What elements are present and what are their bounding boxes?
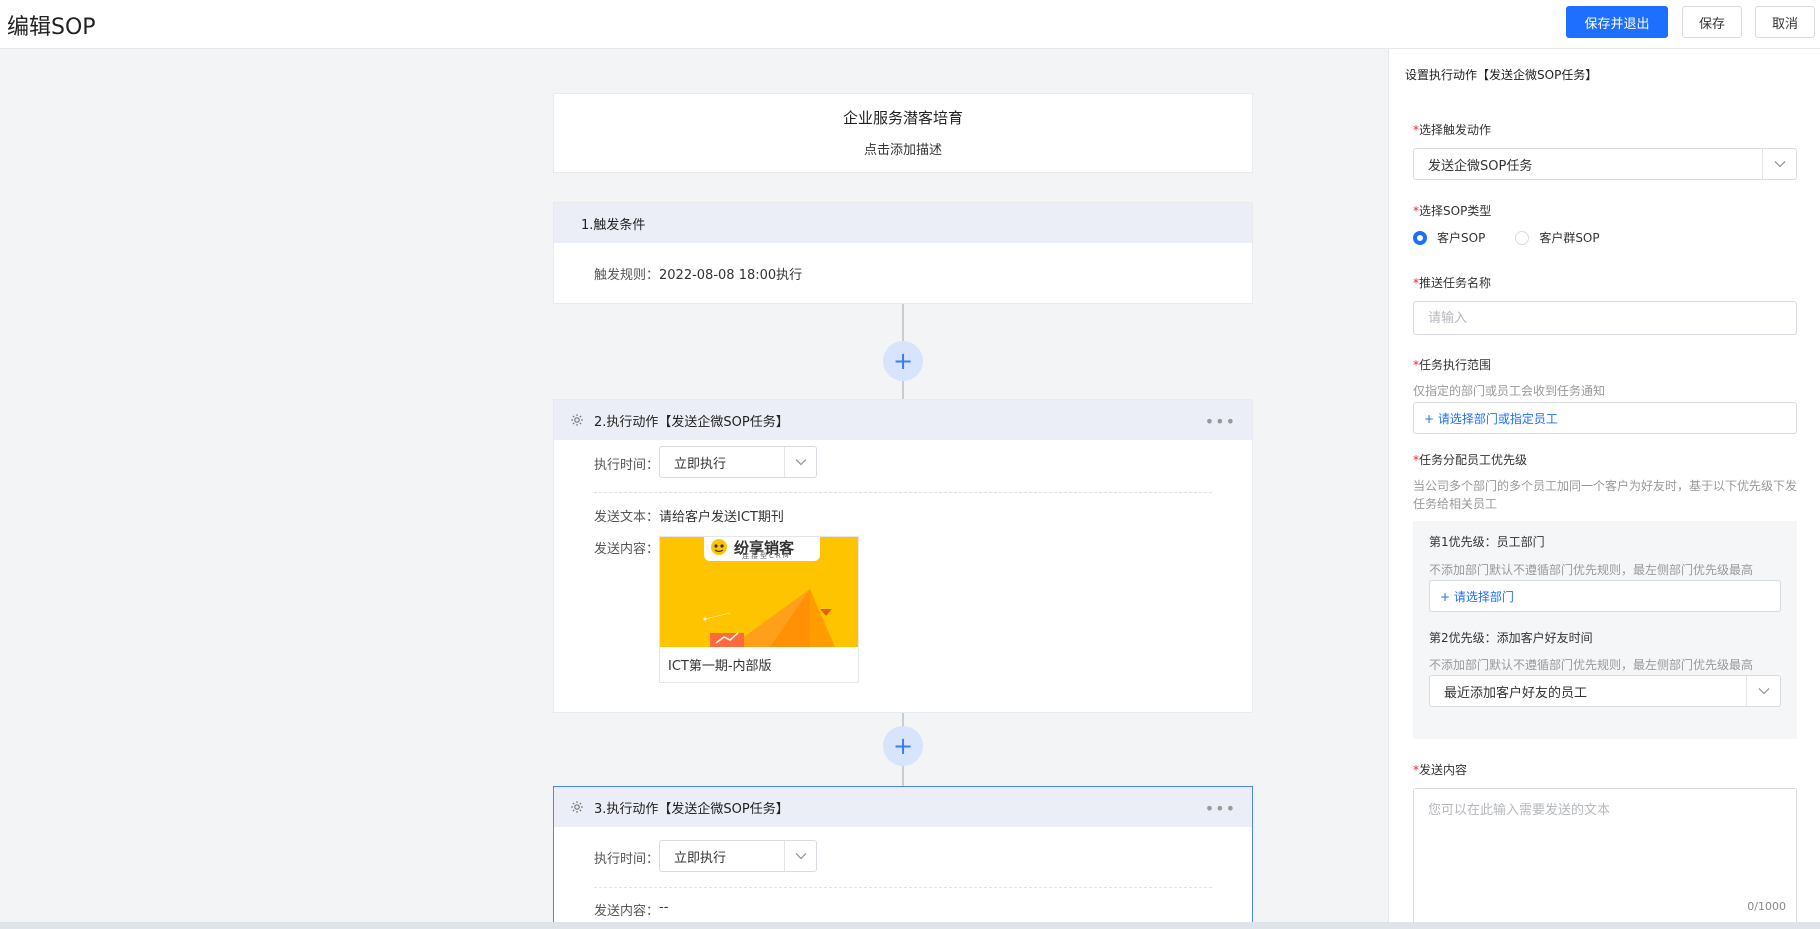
trigger-action-select[interactable]: 发送企微SOP任务 [1413, 148, 1797, 180]
priority-1-title: 第1优先级：员工部门 [1429, 535, 1545, 549]
send-text-label: 发送文本： [594, 510, 660, 525]
radio-group-sop[interactable]: 客户群SOP [1515, 229, 1600, 246]
exec-time-select[interactable]: 立即执行 [659, 446, 817, 478]
gear-icon [570, 413, 584, 427]
exec-time-value: 立即执行 [674, 456, 727, 472]
priority-2-select[interactable]: 最近添加客户好友的员工 [1429, 675, 1781, 707]
trigger-action-label-text: 选择触发动作 [1419, 123, 1492, 137]
action-node[interactable]: 2.执行动作【发送企微SOP任务】 ••• 执行时间： 立即执行 发送文本： 请… [553, 399, 1253, 713]
add-node-button[interactable]: + [883, 341, 923, 381]
radio-customer-sop[interactable]: 客户SOP [1413, 229, 1485, 246]
scope-label-text: 任务执行范围 [1419, 358, 1492, 372]
media-thumbnail: 纷享销客 连接型CRM [660, 537, 858, 647]
action-node-header: 2.执行动作【发送企微SOP任务】 ••• [554, 400, 1252, 440]
trigger-action-label: *选择触发动作 [1413, 121, 1491, 138]
chevron-down-icon [1746, 676, 1780, 706]
plus-icon: + [892, 347, 914, 375]
chevron-down-icon [784, 841, 816, 871]
priority-1-hint: 不添加部门默认不遵循部门优先规则，最左侧部门优先级最高 [1429, 563, 1754, 577]
sop-title[interactable]: 企业服务潜客培育 [554, 107, 1252, 128]
page-title: 编辑SOP [7, 15, 96, 40]
scope-hint: 仅指定的部门或员工会收到任务通知 [1413, 384, 1606, 398]
add-node-button[interactable]: + [883, 726, 923, 766]
trigger-node[interactable]: 1.触发条件 触发规则：2022-08-08 18:00执行 [553, 202, 1253, 304]
priority-2-value: 最近添加客户好友的员工 [1444, 685, 1588, 701]
divider [594, 492, 1212, 493]
priority-2-title: 第2优先级：添加客户好友时间 [1429, 631, 1593, 645]
exec-time-label: 执行时间： [594, 458, 660, 473]
chevron-down-icon [784, 447, 816, 477]
save-button[interactable]: 保存 [1682, 6, 1742, 38]
select-dept-or-staff-button[interactable]: + 请选择部门或指定员工 [1413, 402, 1797, 434]
gear-icon [570, 800, 584, 814]
radio-unchecked-icon [1515, 230, 1530, 245]
exec-time-label: 执行时间： [594, 852, 660, 867]
chevron-down-icon [1762, 149, 1796, 179]
radio-label: 客户群SOP [1539, 231, 1600, 245]
action-node-selected[interactable]: 3.执行动作【发送企微SOP任务】 ••• 执行时间： 立即执行 发送内容： -… [553, 786, 1253, 929]
priority-box: 第1优先级：员工部门 不添加部门默认不遵循部门优先规则，最左侧部门优先级最高 +… [1413, 521, 1797, 739]
priority-label-text: 任务分配员工优先级 [1419, 453, 1528, 467]
settings-panel: 设置执行动作【发送企微SOP任务】 *选择触发动作 发送企微SOP任务 *选择S… [1388, 49, 1820, 929]
media-card[interactable]: 纷享销客 连接型CRM ICT第一期-内部版 [659, 536, 859, 683]
trigger-rule: 触发规则：2022-08-08 18:00执行 [594, 264, 802, 283]
more-icon[interactable]: ••• [1205, 412, 1236, 431]
task-name-label-text: 推送任务名称 [1419, 276, 1492, 290]
flow-canvas[interactable]: 企业服务潜客培育 点击添加描述 1.触发条件 触发规则：2022-08-08 1… [0, 49, 1388, 929]
task-name-label: *推送任务名称 [1413, 274, 1491, 291]
radio-label: 客户SOP [1437, 231, 1486, 245]
action-node-title: 3.执行动作【发送企微SOP任务】 [594, 801, 789, 817]
divider [594, 887, 1212, 888]
content-label-text: 发送内容 [1419, 763, 1468, 777]
send-content-label: 发送内容： [594, 904, 660, 919]
action-node-title: 2.执行动作【发送企微SOP任务】 [594, 414, 789, 430]
select-dept-button[interactable]: + 请选择部门 [1429, 580, 1781, 612]
priority-hint: 当公司多个部门的多个员工加同一个客户为好友时，基于以下优先级下发任务给相关员工 [1413, 479, 1798, 511]
cover-illustration [703, 589, 835, 647]
char-counter: 0/1000 [1747, 900, 1786, 913]
cancel-button[interactable]: 取消 [1755, 6, 1815, 38]
sop-type-radio-group: 客户SOP 客户群SOP [1413, 229, 1630, 246]
content-textarea[interactable] [1414, 789, 1796, 929]
action-node-header: 3.执行动作【发送企微SOP任务】 ••• [554, 787, 1252, 827]
trigger-node-title: 1.触发条件 [581, 217, 646, 233]
save-and-exit-button[interactable]: 保存并退出 [1566, 6, 1668, 38]
send-text-value: 请给客户发送ICT期刊 [659, 510, 784, 525]
more-icon[interactable]: ••• [1205, 799, 1236, 818]
trigger-rule-label: 触发规则： [594, 268, 660, 283]
radio-checked-icon [1413, 230, 1427, 245]
trigger-action-value: 发送企微SOP任务 [1428, 158, 1533, 174]
task-name-input[interactable] [1413, 301, 1797, 335]
priority-2-hint: 不添加部门默认不遵循部门优先规则，最左侧部门优先级最高 [1429, 658, 1754, 672]
exec-time-select[interactable]: 立即执行 [659, 840, 817, 872]
header-bar: 编辑SOP 保存并退出 保存 取消 [0, 0, 1820, 49]
scope-label: *任务执行范围 [1413, 356, 1491, 373]
trigger-node-header: 1.触发条件 [554, 203, 1252, 243]
add-description-link[interactable]: 点击添加描述 [554, 139, 1252, 158]
plus-icon: + [892, 732, 914, 760]
content-label: *发送内容 [1413, 761, 1467, 778]
sop-type-label-text: 选择SOP类型 [1419, 204, 1492, 218]
media-caption: ICT第一期-内部版 [668, 659, 772, 674]
panel-title: 设置执行动作【发送企微SOP任务】 [1405, 68, 1598, 82]
sop-type-label: *选择SOP类型 [1413, 202, 1491, 219]
trigger-rule-value: 2022-08-08 18:00执行 [659, 268, 803, 283]
send-content-value: -- [659, 900, 669, 915]
content-textarea-wrap: 0/1000 [1413, 788, 1797, 929]
priority-label: *任务分配员工优先级 [1413, 451, 1527, 468]
exec-time-value: 立即执行 [674, 850, 727, 866]
sop-title-card[interactable]: 企业服务潜客培育 点击添加描述 [553, 93, 1253, 173]
send-content-label: 发送内容： [594, 542, 660, 557]
horizontal-scrollbar[interactable] [0, 922, 1820, 929]
